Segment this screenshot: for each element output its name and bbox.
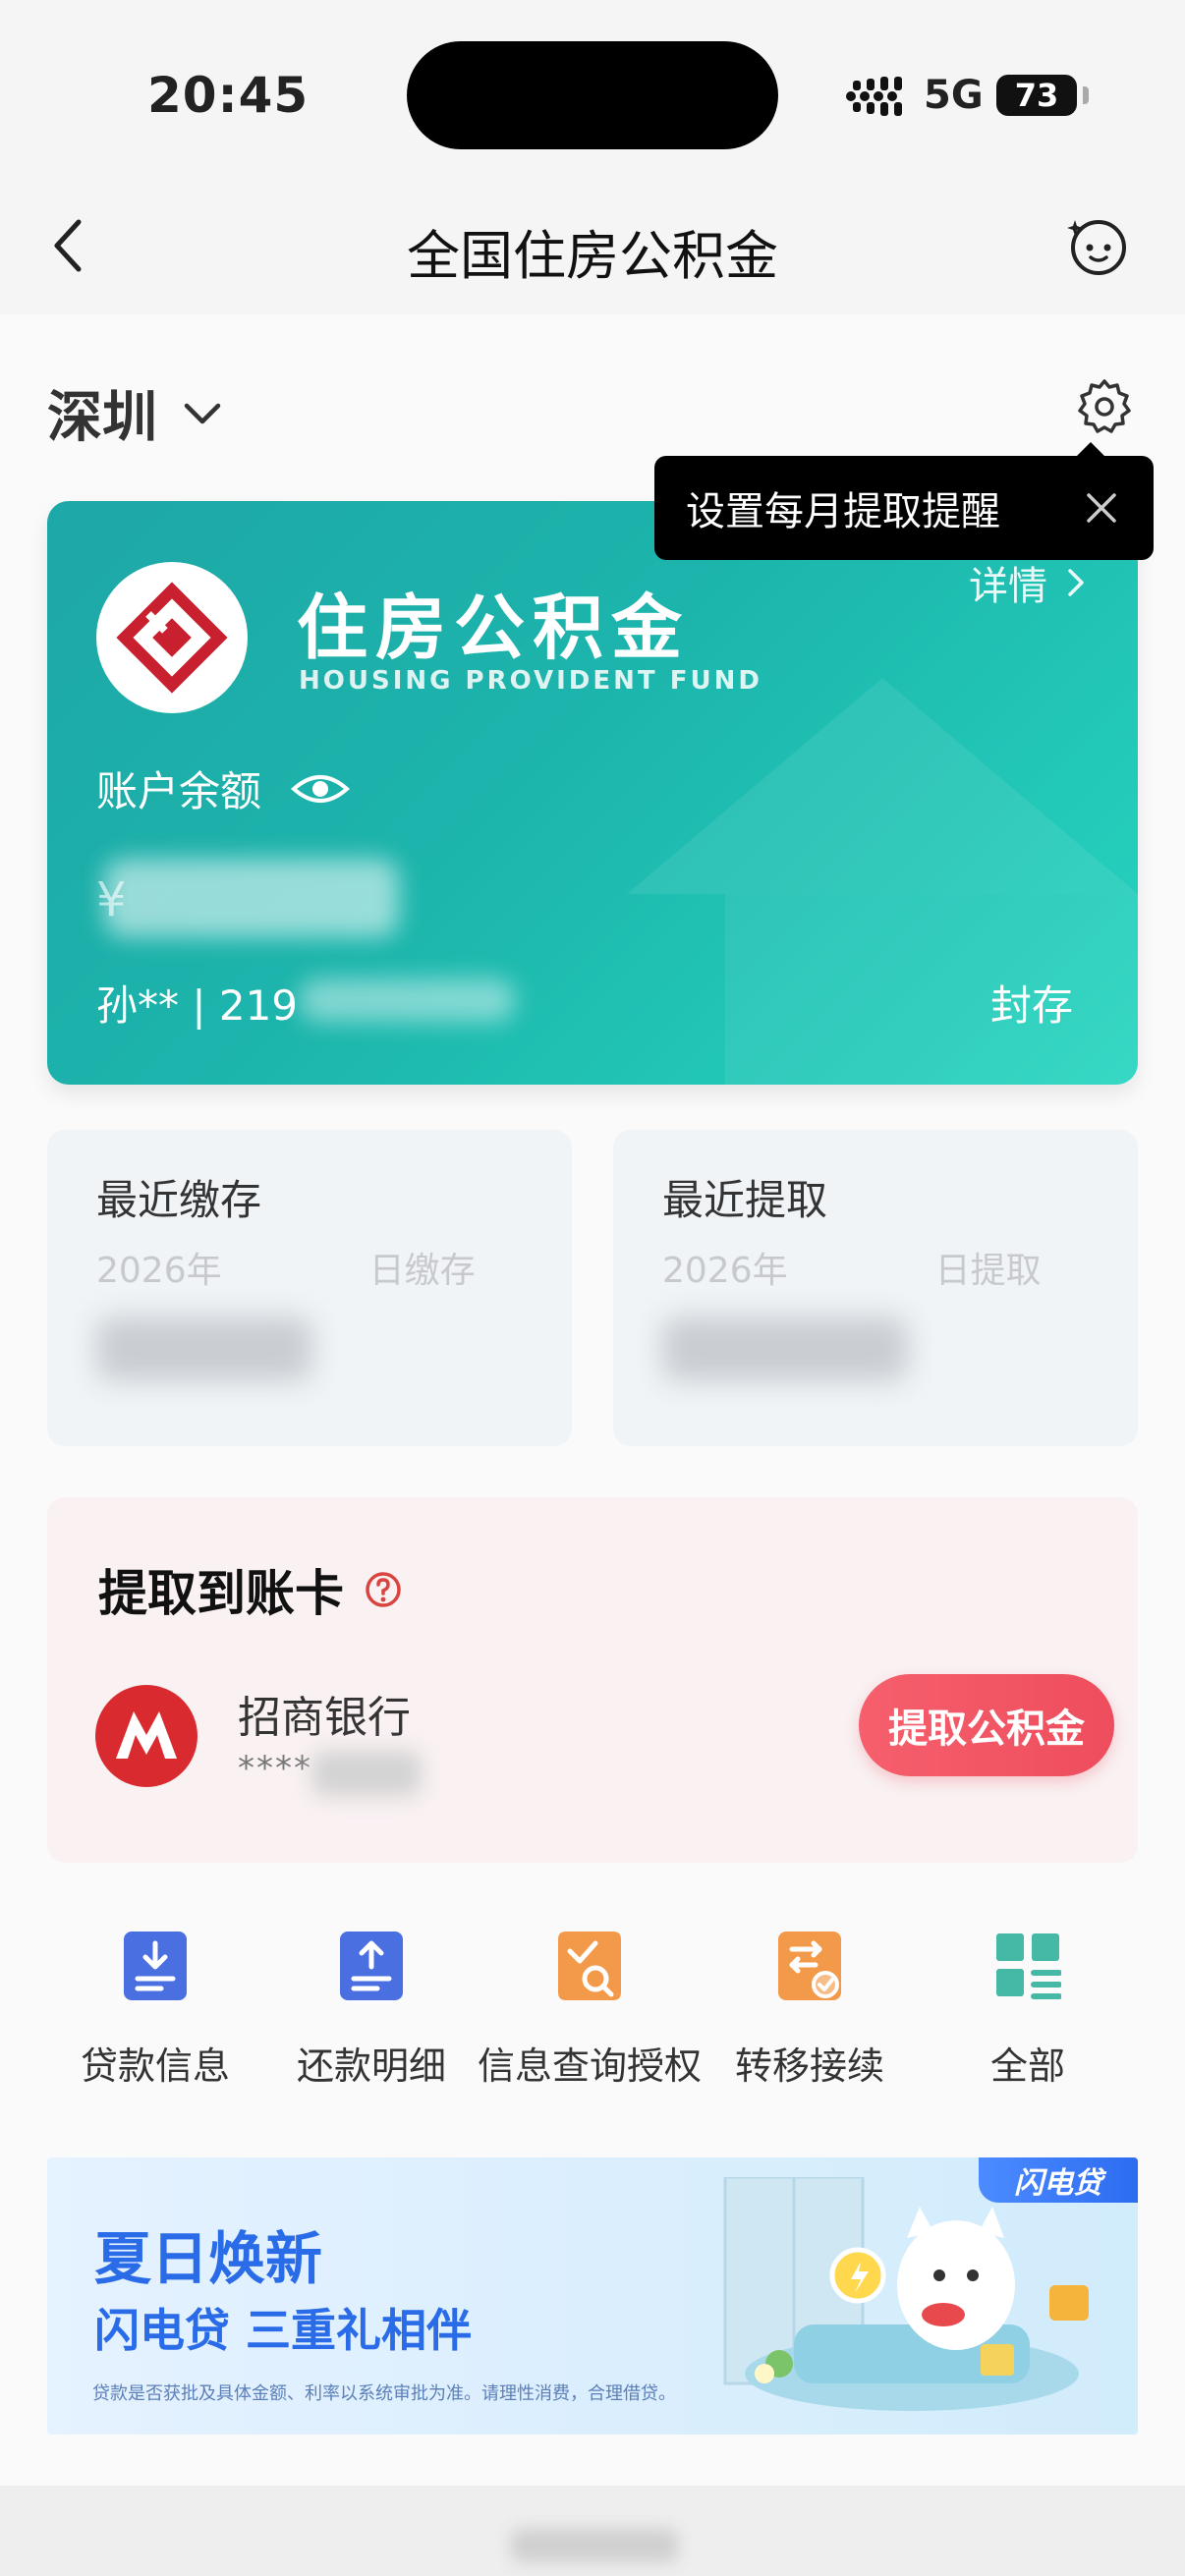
- banner-tag: 闪电贷: [979, 2157, 1138, 2203]
- recent-withdraw-title: 最近提取: [662, 1176, 828, 1224]
- dynamic-island: [407, 41, 778, 149]
- withdraw-fund-button[interactable]: 提取公积金: [859, 1674, 1114, 1776]
- cmb-bank-logo-icon: [95, 1685, 198, 1787]
- signal-icon: [846, 77, 902, 116]
- account-owner: 孙** | 219: [96, 981, 299, 1030]
- promo-illustration: [723, 2177, 1089, 2411]
- banner-title: 夏日焕新: [94, 2225, 323, 2292]
- recent-withdraw-amount-masked: [662, 1316, 908, 1381]
- quick-action-query-auth[interactable]: 信息查询授权: [478, 1930, 702, 2116]
- close-icon[interactable]: [1083, 489, 1120, 527]
- recent-deposit-title: 最近缴存: [96, 1176, 262, 1224]
- page-title: 全国住房公积金: [407, 225, 778, 287]
- download-doc-icon: [124, 1932, 187, 2000]
- reminder-tooltip[interactable]: 设置每月提取提醒: [654, 442, 1154, 560]
- detail-link[interactable]: 详情: [969, 554, 1085, 611]
- recent-withdraw-date-suffix: 日提取: [934, 1251, 1042, 1291]
- account-status: 封存: [989, 981, 1073, 1030]
- withdraw-to-card-section: 提取到账卡 招商银行 **** 提取公积金: [47, 1497, 1138, 1863]
- withdraw-section-title: 提取到账卡: [98, 1565, 344, 1622]
- promo-banner[interactable]: 闪电贷 夏日焕新 闪电贷 三重礼相伴 贷款是否获批及具体金额、利率以系统审批为准…: [47, 2157, 1138, 2435]
- quick-action-all[interactable]: 全部: [920, 1930, 1136, 2116]
- check-search-icon: [558, 1932, 621, 2000]
- card-title: 住房公积金: [297, 586, 691, 669]
- chevron-down-icon: [184, 403, 221, 423]
- eye-icon[interactable]: [291, 769, 351, 809]
- network-type: 5G: [924, 73, 984, 118]
- card-subtitle: HOUSING PROVIDENT FUND: [299, 666, 762, 696]
- recent-withdraw-date: 2026年 日提取: [662, 1242, 1042, 1293]
- bank-account-mask: ****: [238, 1749, 312, 1788]
- recent-withdraw-date-prefix: 2026年: [662, 1251, 788, 1291]
- recent-deposit-amount-masked: [96, 1316, 312, 1381]
- chevron-right-icon: [1068, 569, 1084, 596]
- transfer-icon: [778, 1932, 841, 2000]
- withdraw-section-title-row: 提取到账卡: [98, 1554, 403, 1625]
- quick-action-transfer[interactable]: 转移接续: [702, 1930, 918, 2116]
- city-selector[interactable]: 深圳: [47, 373, 222, 453]
- bank-account-masked: [312, 1751, 421, 1796]
- quick-action-repay-detail[interactable]: 还款明细: [263, 1930, 480, 2116]
- grid-icon: [996, 1933, 1061, 1999]
- quick-action-loan-info[interactable]: 贷款信息: [47, 1930, 263, 2116]
- recent-deposit-date-prefix: 2026年: [96, 1251, 222, 1291]
- recent-deposit-card[interactable]: 最近缴存 2026年 日缴存: [47, 1130, 572, 1446]
- recent-deposit-date-suffix: 日缴存: [368, 1251, 476, 1291]
- assistant-bot-icon[interactable]: [1067, 214, 1130, 277]
- gear-icon[interactable]: [1075, 377, 1134, 436]
- balance-label: 账户余额: [96, 767, 262, 815]
- help-icon[interactable]: [364, 1570, 403, 1609]
- balance-label-row: 账户余额: [96, 758, 351, 818]
- city-name: 深圳: [47, 386, 157, 450]
- banner-subtitle: 闪电贷 三重礼相伴: [94, 2304, 473, 2357]
- detail-label: 详情: [969, 564, 1047, 609]
- footer-masked-text: [511, 2529, 678, 2562]
- upload-doc-icon: [340, 1932, 403, 2000]
- banner-disclaimer: 贷款是否获批及具体金额、利率以系统审批为准。请理性消费，合理借贷。: [92, 2383, 676, 2404]
- account-number-masked: [299, 979, 515, 1022]
- status-time: 20:45: [147, 67, 310, 124]
- recent-deposit-date: 2026年 日缴存: [96, 1242, 476, 1293]
- recent-withdraw-card[interactable]: 最近提取 2026年 日提取: [613, 1130, 1138, 1446]
- quick-action-label: 还款明细: [296, 2044, 446, 2088]
- balance-masked: [104, 859, 399, 937]
- bank-name: 招商银行: [238, 1693, 411, 1743]
- fund-logo: [96, 562, 248, 713]
- battery-icon: 73: [996, 75, 1089, 116]
- quick-action-label: 全部: [989, 2044, 1065, 2088]
- quick-action-label: 转移接续: [734, 2044, 884, 2088]
- tooltip-text: 设置每月提取提醒: [686, 489, 1000, 534]
- fund-card[interactable]: 住房公积金 HOUSING PROVIDENT FUND 详情 账户余额 ¥ 孙…: [47, 501, 1138, 1085]
- quick-action-label: 信息查询授权: [478, 2044, 703, 2088]
- fund-logo-icon: [116, 582, 228, 694]
- quick-action-label: 贷款信息: [80, 2044, 230, 2088]
- battery-level: 73: [1014, 77, 1059, 114]
